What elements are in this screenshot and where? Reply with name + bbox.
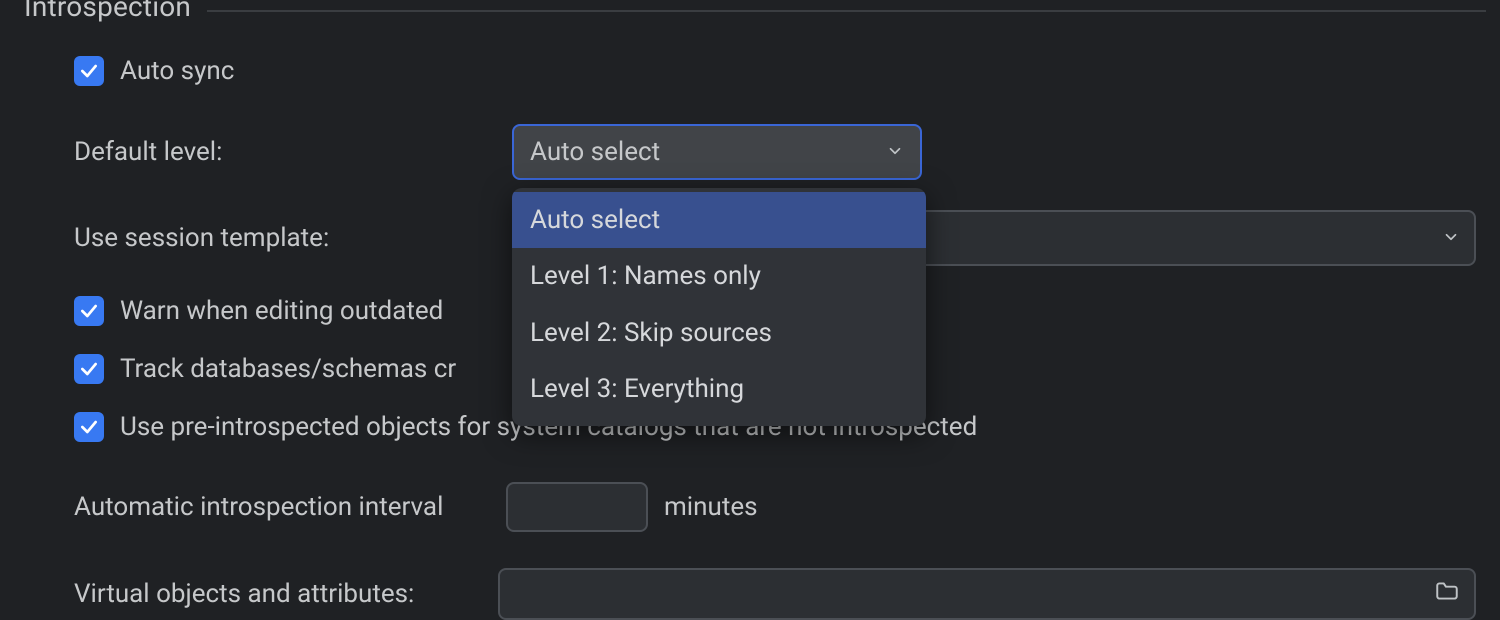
default-level-dropdown[interactable]: Auto select Level 1: Names only Level 2:… [512,188,926,426]
interval-input[interactable] [506,482,648,532]
section-title: Introspection [24,0,207,23]
track-schemas-label: Track databases/schemas cr [120,354,456,384]
virtual-objects-field[interactable] [498,568,1476,620]
check-icon [79,359,99,379]
interval-row: Automatic introspection interval minutes [74,482,1476,532]
track-schemas-checkbox[interactable] [74,354,104,384]
auto-sync-label: Auto sync [120,56,234,86]
virtual-objects-row: Virtual objects and attributes: [74,568,1476,620]
auto-sync-row: Auto sync [74,56,1476,86]
dropdown-option-level-3[interactable]: Level 3: Everything [512,361,926,417]
default-level-select[interactable]: Auto select [512,124,922,180]
folder-icon [1434,578,1460,611]
interval-label: Automatic introspection interval [74,492,490,522]
auto-sync-checkbox[interactable] [74,56,104,86]
warn-outdated-label: Warn when editing outdated [120,296,443,326]
default-level-selected: Auto select [530,137,660,167]
default-level-label: Default level: [74,137,512,167]
default-level-row: Default level: Auto select [74,124,1476,180]
dropdown-option-auto-select[interactable]: Auto select [512,192,926,248]
chevron-down-icon [886,137,904,167]
pre-introspected-checkbox[interactable] [74,412,104,442]
check-icon [79,61,99,81]
check-icon [79,417,99,437]
virtual-objects-label: Virtual objects and attributes: [74,579,490,609]
dropdown-option-level-2[interactable]: Level 2: Skip sources [512,305,926,361]
warn-outdated-checkbox[interactable] [74,296,104,326]
dropdown-option-level-1[interactable]: Level 1: Names only [512,248,926,304]
chevron-down-icon [1442,223,1460,253]
interval-suffix: minutes [664,492,758,522]
session-template-label: Use session template: [74,223,512,253]
check-icon [79,301,99,321]
